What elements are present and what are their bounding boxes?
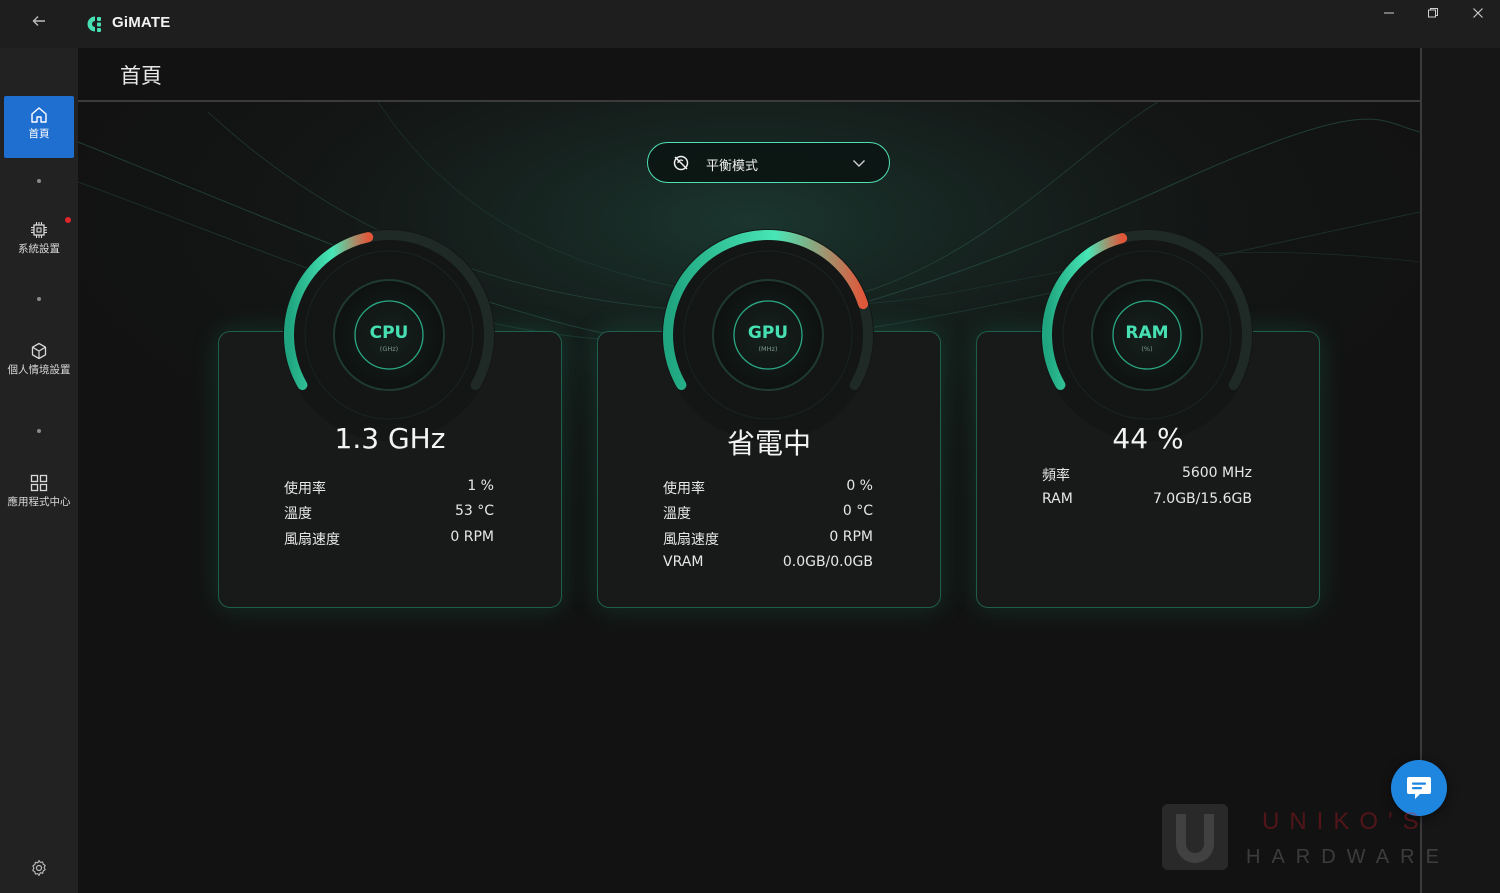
sidebar-item-label: 應用程式中心 bbox=[7, 496, 71, 508]
sidebar-item-label: 個人情境設置 bbox=[7, 364, 71, 376]
gear-icon[interactable] bbox=[30, 859, 48, 877]
notification-badge bbox=[65, 217, 71, 223]
ram-usage-value: 7.0GB/15.6GB bbox=[1152, 491, 1252, 507]
cpu-frequency-value: 1.3 GHz bbox=[334, 422, 446, 455]
cpu-fan-label: 風扇速度 bbox=[284, 532, 340, 548]
gpu-temp-label: 溫度 bbox=[663, 506, 691, 522]
sidebar-item-label: 首頁 bbox=[28, 128, 50, 140]
main-content: 首頁 平衡模式 CPU (GHz) 1.3 GHz 使用率 1 % 溫度 53 … bbox=[78, 48, 1420, 893]
sidebar: 首頁 系統設置 個人情境設置 應用程式中心 bbox=[0, 48, 78, 893]
ram-gauge-label: RAM bbox=[1125, 323, 1169, 343]
gpu-gauge-label: GPU bbox=[747, 323, 789, 343]
ram-gauge-unit: (%) bbox=[1141, 345, 1153, 353]
app-title: GiMATE bbox=[112, 14, 171, 31]
gpu-vram-value: 0.0GB/0.0GB bbox=[782, 554, 873, 570]
title-bar: GiMATE bbox=[0, 0, 1500, 48]
ram-frequency-label: 頻率 bbox=[1042, 468, 1070, 484]
cpu-temp-value: 53 °C bbox=[454, 503, 494, 519]
sidebar-item-system-settings[interactable]: 系統設置 bbox=[4, 220, 74, 274]
gpu-usage-value: 0 % bbox=[846, 478, 873, 494]
apps-grid-icon bbox=[30, 474, 48, 492]
cpu-gauge-label: CPU bbox=[369, 323, 409, 343]
performance-mode-dropdown[interactable]: 平衡模式 bbox=[647, 142, 890, 183]
back-arrow-icon[interactable] bbox=[26, 12, 52, 36]
gpu-usage-label: 使用率 bbox=[663, 481, 705, 497]
gpu-status-value: 省電中 bbox=[726, 427, 811, 460]
sidebar-item-app-center[interactable]: 應用程式中心 bbox=[4, 473, 74, 535]
cpu-usage-label: 使用率 bbox=[284, 481, 326, 497]
watermark-logo bbox=[1162, 804, 1228, 870]
chevron-down-icon bbox=[853, 160, 865, 167]
gpu-vram-label: VRAM bbox=[663, 554, 704, 570]
gpu-fan-value: 0 RPM bbox=[829, 529, 873, 545]
cpu-fan-value: 0 RPM bbox=[450, 529, 494, 545]
watermark-text-line1: UNIKO'S bbox=[1262, 808, 1429, 835]
balance-mode-icon bbox=[673, 155, 689, 171]
cpu-temp-label: 溫度 bbox=[284, 506, 312, 522]
close-button[interactable] bbox=[1458, 4, 1498, 26]
restore-button[interactable] bbox=[1413, 4, 1453, 26]
watermark-text-line2: HARDWARE bbox=[1246, 846, 1450, 868]
gimate-logo-icon bbox=[87, 16, 101, 32]
separator-dot bbox=[37, 297, 41, 301]
minimize-button[interactable] bbox=[1369, 4, 1409, 26]
gpu-fan-label: 風扇速度 bbox=[663, 532, 719, 548]
separator-dot bbox=[37, 429, 41, 433]
ram-frequency-value: 5600 MHz bbox=[1181, 465, 1252, 481]
sidebar-item-home[interactable]: 首頁 bbox=[4, 96, 74, 158]
page-title: 首頁 bbox=[120, 64, 162, 88]
cpu-usage-value: 1 % bbox=[467, 478, 494, 494]
cpu-gauge-unit: (GHz) bbox=[379, 345, 399, 353]
sidebar-item-label: 系統設置 bbox=[18, 243, 60, 255]
ram-usage-label: RAM bbox=[1042, 491, 1073, 507]
chip-icon bbox=[31, 222, 47, 238]
sidebar-item-profiles[interactable]: 個人情境設置 bbox=[4, 341, 74, 403]
cube-icon bbox=[31, 342, 47, 360]
chat-icon bbox=[1407, 777, 1431, 799]
separator-dot bbox=[37, 179, 41, 183]
home-icon bbox=[31, 107, 47, 123]
gpu-temp-value: 0 °C bbox=[842, 503, 873, 519]
ram-percent-value: 44 % bbox=[1112, 422, 1184, 455]
mode-value: 平衡模式 bbox=[706, 159, 759, 174]
gpu-gauge-unit: (MHz) bbox=[758, 345, 778, 353]
